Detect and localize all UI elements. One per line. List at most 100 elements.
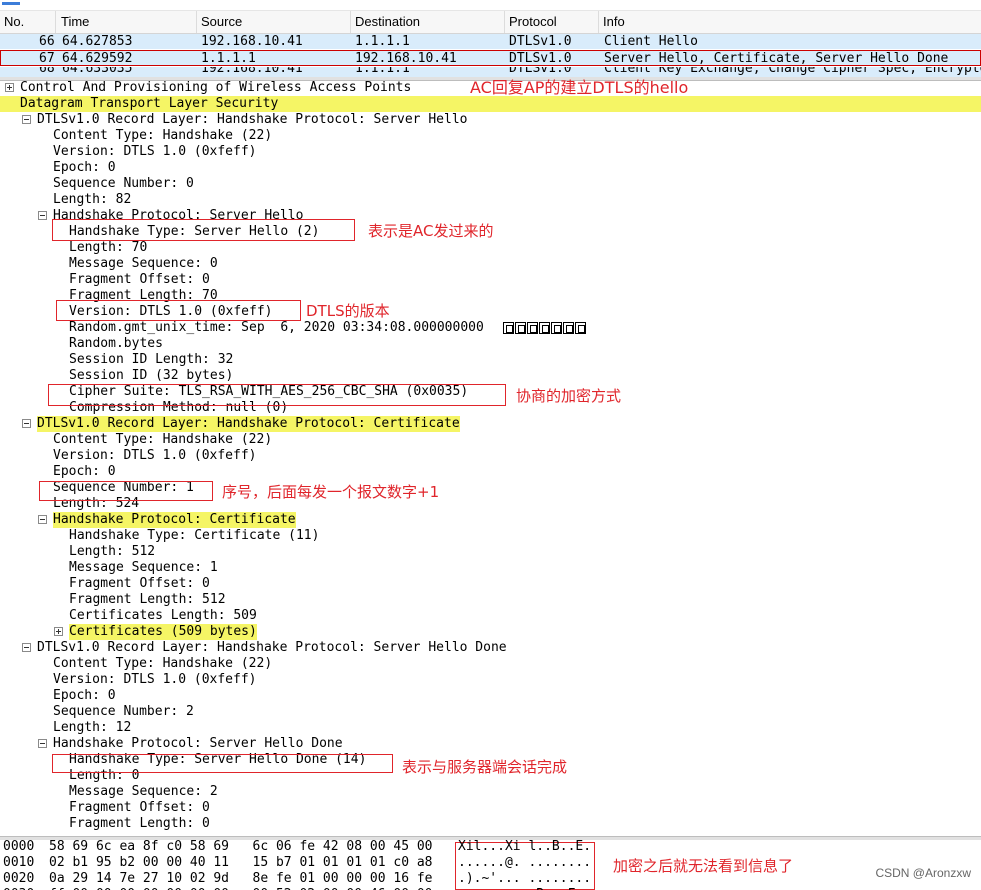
annotation-from-ac: 表示是AC发过来的 [368,222,494,240]
tree-row[interactable]: Certificates Length: 509 [0,608,981,624]
column-header-protocol[interactable]: Protocol [509,14,557,30]
tree-row[interactable]: Session ID Length: 32 [0,352,981,368]
tree-row-label: Control And Provisioning of Wireless Acc… [20,80,412,95]
tree-row[interactable]: Content Type: Handshake (22) [0,432,981,448]
tree-row-label: DTLSv1.0 Record Layer: Handshake Protoco… [37,112,468,127]
tree-row[interactable]: Random.bytes [0,336,981,352]
tree-row[interactable]: Fragment Length: 0 [0,816,981,832]
tree-row[interactable]: DTLSv1.0 Record Layer: Handshake Protoco… [0,416,981,432]
column-header-time[interactable]: Time [61,14,89,30]
packet-source: 192.168.10.41 [201,34,303,49]
tree-row[interactable]: Epoch: 0 [0,464,981,480]
tree-row-label: DTLSv1.0 Record Layer: Handshake Protoco… [37,416,460,432]
tree-row[interactable]: Datagram Transport Layer Security [0,96,981,112]
hex-dump-pane[interactable]: 0000 58 69 6c ea 8f c0 58 69 6c 06 fe 42 … [0,840,981,890]
tree-row-label: Fragment Length: 0 [69,816,210,831]
packet-list[interactable]: No. Time Source Destination Protocol Inf… [0,11,981,77]
packet-list-header: No. Time Source Destination Protocol Inf… [0,11,981,34]
tree-row[interactable]: Sequence Number: 2 [0,704,981,720]
tree-row-label: Message Sequence: 2 [69,784,218,799]
tree-row[interactable]: Handshake Protocol: Certificate [0,512,981,528]
column-header-no[interactable]: No. [4,14,24,30]
missing-glyph-icon [551,322,562,334]
annotation-cipher: 协商的加密方式 [516,387,622,405]
tree-row[interactable]: Random.gmt_unix_time: Sep 6, 2020 03:34:… [0,320,981,336]
collapse-icon[interactable] [38,739,47,748]
expand-icon[interactable] [5,83,14,92]
tree-row-label: Datagram Transport Layer Security [0,96,981,112]
tree-row[interactable]: Message Sequence: 2 [0,784,981,800]
tree-row-label: Certificates (509 bytes) [69,624,257,640]
tree-row-label: Message Sequence: 0 [69,256,218,271]
packet-no: 68 [39,67,55,76]
tree-row[interactable]: Epoch: 0 [0,160,981,176]
tree-row[interactable]: Fragment Offset: 0 [0,800,981,816]
packet-protocol: DTLSv1.0 [509,67,572,76]
tree-row-label: Content Type: Handshake (22) [53,432,273,447]
tree-row[interactable]: Message Sequence: 1 [0,560,981,576]
tree-row[interactable]: Epoch: 0 [0,688,981,704]
hex-offset: 0020 [3,871,35,886]
tree-row[interactable]: Length: 82 [0,192,981,208]
column-separator[interactable] [598,11,599,33]
tree-row[interactable]: Handshake Protocol: Server Hello Done [0,736,981,752]
tree-row[interactable]: Certificates (509 bytes) [0,624,981,640]
tree-row-label: Session ID Length: 32 [69,352,234,367]
tree-row[interactable]: Fragment Offset: 0 [0,576,981,592]
tree-row-label: Epoch: 0 [53,160,116,175]
collapse-icon[interactable] [22,643,31,652]
annotation-box-hello-done [52,754,393,773]
tree-row[interactable]: Content Type: Handshake (22) [0,128,981,144]
tree-row[interactable]: Session ID (32 bytes) [0,368,981,384]
tree-row[interactable]: Length: 70 [0,240,981,256]
tree-row[interactable]: Length: 512 [0,544,981,560]
packet-destination: 1.1.1.1 [355,67,410,76]
watermark: CSDN @Aronzxw [875,866,971,880]
tree-row[interactable]: Version: DTLS 1.0 (0xfeff) [0,144,981,160]
collapse-icon[interactable] [22,115,31,124]
tree-row-label: Fragment Offset: 0 [69,800,210,815]
tree-row-label: Random.gmt_unix_time: Sep 6, 2020 03:34:… [69,320,492,335]
tree-row-label: Version: DTLS 1.0 (0xfeff) [53,672,257,687]
collapse-icon[interactable] [38,515,47,524]
annotation-dtls-version: DTLS的版本 [306,302,390,320]
collapse-icon[interactable] [22,419,31,428]
tree-row[interactable]: Fragment Length: 512 [0,592,981,608]
column-separator[interactable] [504,11,505,33]
column-header-destination[interactable]: Destination [355,14,420,30]
tree-row-label: Version: DTLS 1.0 (0xfeff) [53,144,257,159]
tree-row[interactable]: Sequence Number: 0 [0,176,981,192]
expand-icon[interactable] [54,627,63,636]
tree-row[interactable]: Content Type: Handshake (22) [0,656,981,672]
column-separator[interactable] [350,11,351,33]
tree-row[interactable]: Handshake Type: Certificate (11) [0,528,981,544]
tree-row[interactable]: Fragment Offset: 0 [0,272,981,288]
tree-row[interactable]: DTLSv1.0 Record Layer: Handshake Protoco… [0,640,981,656]
packet-row-selected[interactable]: 67 64.629592 1.1.1.1 192.168.10.41 DTLSv… [0,50,981,66]
packet-row[interactable]: 66 64.627853 192.168.10.41 1.1.1.1 DTLSv… [0,34,981,49]
tree-row-label: Certificates Length: 509 [69,608,257,623]
packet-details-tree[interactable]: Control And Provisioning of Wireless Acc… [0,80,981,836]
column-separator[interactable] [196,11,197,33]
tree-row-label: Random.bytes [69,336,163,351]
packet-protocol: DTLSv1.0 [509,34,572,49]
tree-row[interactable]: Version: DTLS 1.0 (0xfeff) [0,672,981,688]
tree-row-label: Length: 82 [53,192,132,207]
column-header-info[interactable]: Info [603,14,625,30]
tree-row-label: Handshake Type: Certificate (11) [69,528,320,543]
column-header-source[interactable]: Source [201,14,242,30]
annotation-session-done: 表示与服务器端会话完成 [402,758,568,776]
tree-row[interactable]: Length: 12 [0,720,981,736]
tree-row-label: DTLSv1.0 Record Layer: Handshake Protoco… [37,640,507,655]
hex-ascii: Xil...Xi l..B..E. [458,840,592,854]
hex-ascii: ......@. ........ [458,855,592,870]
column-separator[interactable] [55,11,56,33]
hex-bytes: 58 69 6c ea 8f c0 58 69 6c 06 fe 42 08 0… [49,840,433,854]
tree-row[interactable]: Message Sequence: 0 [0,256,981,272]
collapse-icon[interactable] [38,211,47,220]
packet-row[interactable]: 68 64.633035 192.168.10.41 1.1.1.1 DTLSv… [0,67,981,77]
tree-row[interactable]: Version: DTLS 1.0 (0xfeff) [0,448,981,464]
tree-row[interactable]: DTLSv1.0 Record Layer: Handshake Protoco… [0,112,981,128]
annotation-box-cipher-suite [48,384,506,406]
tree-row-label: Fragment Length: 512 [69,592,226,607]
